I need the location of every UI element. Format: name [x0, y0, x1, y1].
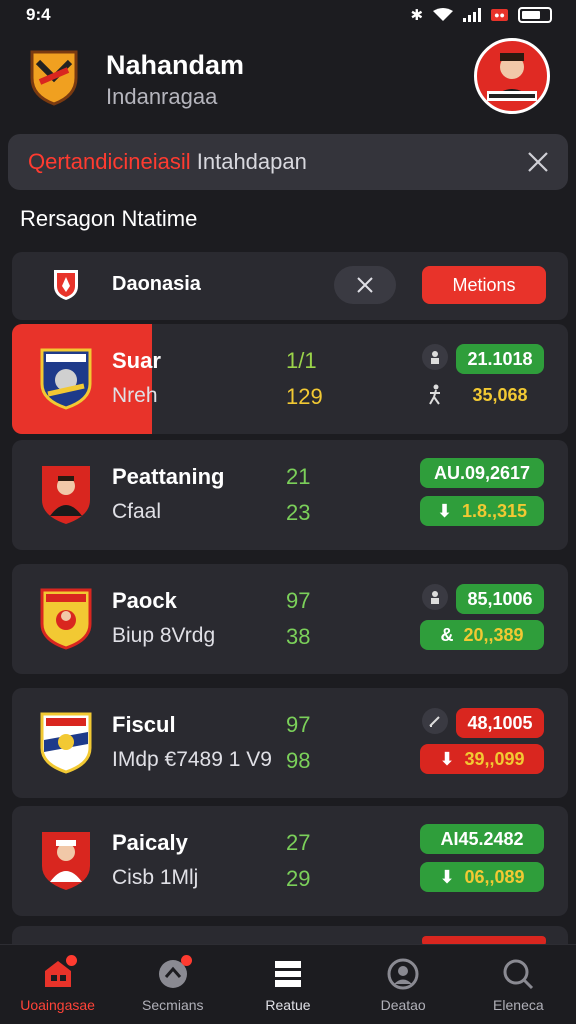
stat-pill-secondary: ⬇ 39,,099 [420, 744, 544, 774]
stat-pill: AI45.2482 [420, 824, 544, 854]
nav-item-list[interactable]: Reatue [233, 957, 343, 1013]
nav-label: Eleneca [493, 996, 544, 1013]
card-sub: IMdp €7489 1 V9 [112, 748, 272, 771]
person-icon [422, 344, 448, 370]
card-stat-1: 1/1 [286, 348, 317, 373]
list-item[interactable]: Paicaly Cisb 1Mlj 27 29 AI45.2482 ⬇ 06,,0… [12, 806, 568, 916]
nav-label: Uoaingasae [20, 996, 95, 1013]
stat-pill-secondary-text: 35,068 [472, 384, 528, 405]
stat-pill: AU.09,2617 [420, 458, 544, 488]
stat-pill-secondary: & 20,,389 [420, 620, 544, 650]
filter-clear-button[interactable] [334, 266, 396, 304]
stat-pill-secondary-text: 06,,089 [464, 866, 525, 887]
card-stat-2: 29 [286, 866, 311, 891]
section-title: Rersagon Ntatime [20, 206, 198, 231]
search-highlight-text: Qertandicineiasil [28, 149, 191, 174]
card-stat-2: 38 [286, 624, 311, 649]
status-bar: 9:4 ✱ ●● [0, 0, 576, 30]
player-avatar-icon [42, 466, 90, 524]
card-stat-1: 97 [286, 712, 311, 737]
person-icon [487, 53, 537, 101]
status-icons: ✱ ●● [411, 6, 552, 24]
stat-pill-secondary: 35,068 [456, 380, 544, 410]
pen-icon [422, 708, 448, 734]
close-icon[interactable] [526, 150, 550, 174]
filter-label: Daonasia [112, 273, 201, 295]
nav-item-profile[interactable]: Deatao [348, 957, 458, 1013]
notification-dot [65, 954, 77, 966]
nav-label: Reatue [265, 996, 311, 1013]
search-icon [501, 957, 535, 991]
app-logo-icon [30, 50, 78, 106]
list-item[interactable]: Paock Biup 8Vrdg 97 38 85,1006 & 20,,389 [12, 564, 568, 674]
filter-row: Daonasia Metions [12, 252, 568, 320]
nav-item-home[interactable]: Uoaingasae [3, 954, 113, 1013]
link-icon: & [440, 624, 454, 645]
card-stat-2: 129 [286, 384, 323, 409]
battery-icon [518, 7, 552, 23]
nav-label: Deatao [380, 996, 426, 1013]
stat-pill-secondary-text: 20,,389 [463, 624, 524, 645]
search-text: Qertandicineiasil Intahdapan [28, 149, 307, 175]
person-icon [422, 584, 448, 610]
runner-icon [422, 382, 448, 408]
nav-item-matches[interactable]: Secmians [118, 954, 228, 1013]
team-crest-icon [40, 712, 92, 774]
team-crest-icon [40, 588, 92, 650]
app-subtitle: Indanragaa [106, 84, 218, 109]
ball-icon [156, 954, 192, 991]
stat-pill: 85,1006 [456, 584, 544, 614]
bottom-nav: Uoaingasae Secmians Reatue Deatao Elenec… [0, 944, 576, 1024]
record-badge-icon: ●● [491, 9, 508, 21]
bluetooth-icon: ✱ [410, 7, 424, 24]
shield-icon [54, 270, 78, 300]
card-sub: Biup 8Vrdg [112, 624, 216, 647]
card-name: Peattaning [112, 464, 225, 489]
list-item[interactable]: Suar Nreh 1/1 129 21.1018 35,068 [12, 324, 568, 434]
user-icon [386, 957, 420, 991]
app-header: Nahandam Indanragaa [0, 36, 576, 126]
card-sub: Nreh [112, 384, 158, 407]
search-rest-text: Intahdapan [190, 149, 307, 174]
nav-item-search[interactable]: Eleneca [463, 957, 573, 1013]
card-sub: Cfaal [112, 500, 162, 523]
card-sub: Cisb 1Mlj [112, 866, 199, 889]
card-name: Paock [112, 588, 177, 613]
card-name: Suar [112, 348, 161, 373]
nav-label: Secmians [142, 996, 204, 1013]
card-stat-1: 21 [286, 464, 311, 489]
stat-pill-secondary-text: 39,,099 [464, 748, 525, 769]
signal-icon [463, 8, 482, 22]
card-name: Fiscul [112, 712, 176, 737]
notification-dot [180, 954, 192, 966]
search-bar[interactable]: Qertandicineiasil Intahdapan [8, 134, 568, 190]
filter-action-button[interactable]: Metions [422, 266, 546, 304]
home-icon [41, 954, 77, 991]
transfer-icon: ⬇ [439, 748, 455, 769]
wifi-icon [433, 8, 454, 21]
status-time: 9:4 [26, 5, 51, 24]
close-icon [357, 277, 373, 293]
stat-pill-secondary-text: 1.8.,315 [462, 500, 528, 521]
card-stat-1: 27 [286, 830, 311, 855]
transfer-icon: ⬇ [439, 866, 455, 887]
card-stat-2: 98 [286, 748, 311, 773]
app-title: Nahandam [106, 50, 245, 80]
list-icon [271, 957, 305, 991]
card-name: Paicaly [112, 830, 188, 855]
list-item[interactable]: Peattaning Cfaal 21 23 AU.09,2617 ⬇ 1.8.,… [12, 440, 568, 550]
transfer-icon: ⬇ [436, 500, 453, 521]
player-avatar-icon [42, 832, 90, 890]
card-stat-2: 23 [286, 500, 311, 525]
profile-avatar[interactable] [474, 38, 550, 114]
stat-pill: 48,1005 [456, 708, 544, 738]
card-stat-1: 97 [286, 588, 311, 613]
list-item[interactable]: Fiscul IMdp €7489 1 V9 97 98 48,1005 ⬇ 39… [12, 688, 568, 798]
stat-pill-secondary: ⬇ 06,,089 [420, 862, 544, 892]
stat-pill-secondary: ⬇ 1.8.,315 [420, 496, 544, 526]
team-crest-icon [40, 348, 92, 410]
stat-pill: 21.1018 [456, 344, 544, 374]
